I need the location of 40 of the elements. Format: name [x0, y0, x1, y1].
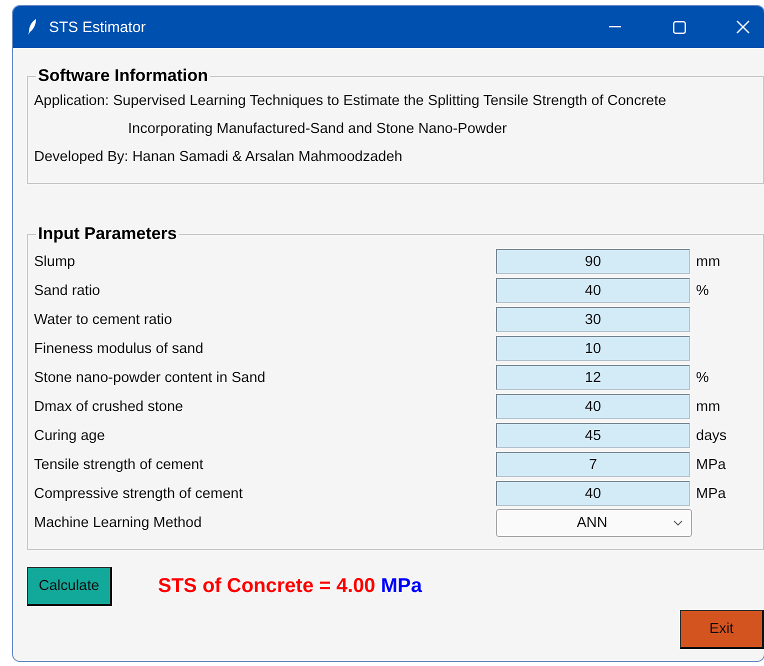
method-dropdown[interactable]: ANN — [496, 508, 692, 536]
unit-label: % — [696, 282, 709, 298]
input-field[interactable]: 40 — [496, 481, 690, 506]
input-field[interactable]: 90 — [496, 249, 690, 274]
feather-icon — [27, 18, 37, 36]
parameter-label: Tensile strength of cement — [33, 456, 204, 472]
info-text: Incorporating Manufactured-Sand and Stone Nano-Powder — [127, 120, 508, 139]
window-title: STS Estimator — [49, 18, 147, 36]
unit-label: MPa — [696, 486, 726, 502]
input-field[interactable]: 10 — [496, 336, 690, 361]
parameter-label: Curing age — [33, 428, 106, 444]
chevron-down-icon — [673, 520, 683, 526]
calculate-button[interactable]: Calculate — [27, 567, 112, 606]
info-text: Application: Supervised Learning Techniques to Estimate the Splitting Tensile Strength of Concrete — [33, 92, 668, 111]
unit-label: MPa — [696, 456, 726, 472]
unit-label: mm — [696, 254, 720, 270]
input-field[interactable]: 7 — [496, 452, 690, 477]
parameter-label: Fineness modulus of sand — [33, 340, 204, 356]
unit-label: % — [696, 370, 709, 386]
unit-label: days — [696, 428, 727, 444]
input-field[interactable]: 12 — [496, 365, 690, 390]
input-field[interactable]: 45 — [496, 423, 690, 448]
info-text: Developed By: Hanan Samadi & Arsalan Mahmoodzadeh — [33, 148, 404, 167]
input-field[interactable]: 40 — [496, 278, 690, 303]
input-field[interactable]: 30 — [496, 307, 690, 332]
exit-button[interactable]: Exit — [680, 610, 764, 649]
parameter-label: Machine Learning Method — [33, 514, 203, 530]
minimize-icon[interactable] — [609, 26, 621, 28]
parameter-label: Stone nano-powder content in Sand — [33, 370, 266, 386]
result-text: STS of Concrete = 4.00 MPa — [158, 575, 422, 598]
parameter-label: Slump — [33, 254, 76, 270]
parameter-label: Dmax of crushed stone — [33, 398, 184, 414]
close-icon[interactable] — [736, 20, 750, 34]
group-title: Input Parameters — [36, 224, 179, 244]
parameter-label: Compressive strength of cement — [33, 486, 244, 502]
maximize-icon[interactable] — [672, 20, 686, 34]
input-field[interactable]: 40 — [496, 394, 690, 419]
unit-label: mm — [696, 398, 720, 414]
parameter-label: Sand ratio — [33, 282, 102, 298]
parameter-label: Water to cement ratio — [33, 312, 174, 328]
